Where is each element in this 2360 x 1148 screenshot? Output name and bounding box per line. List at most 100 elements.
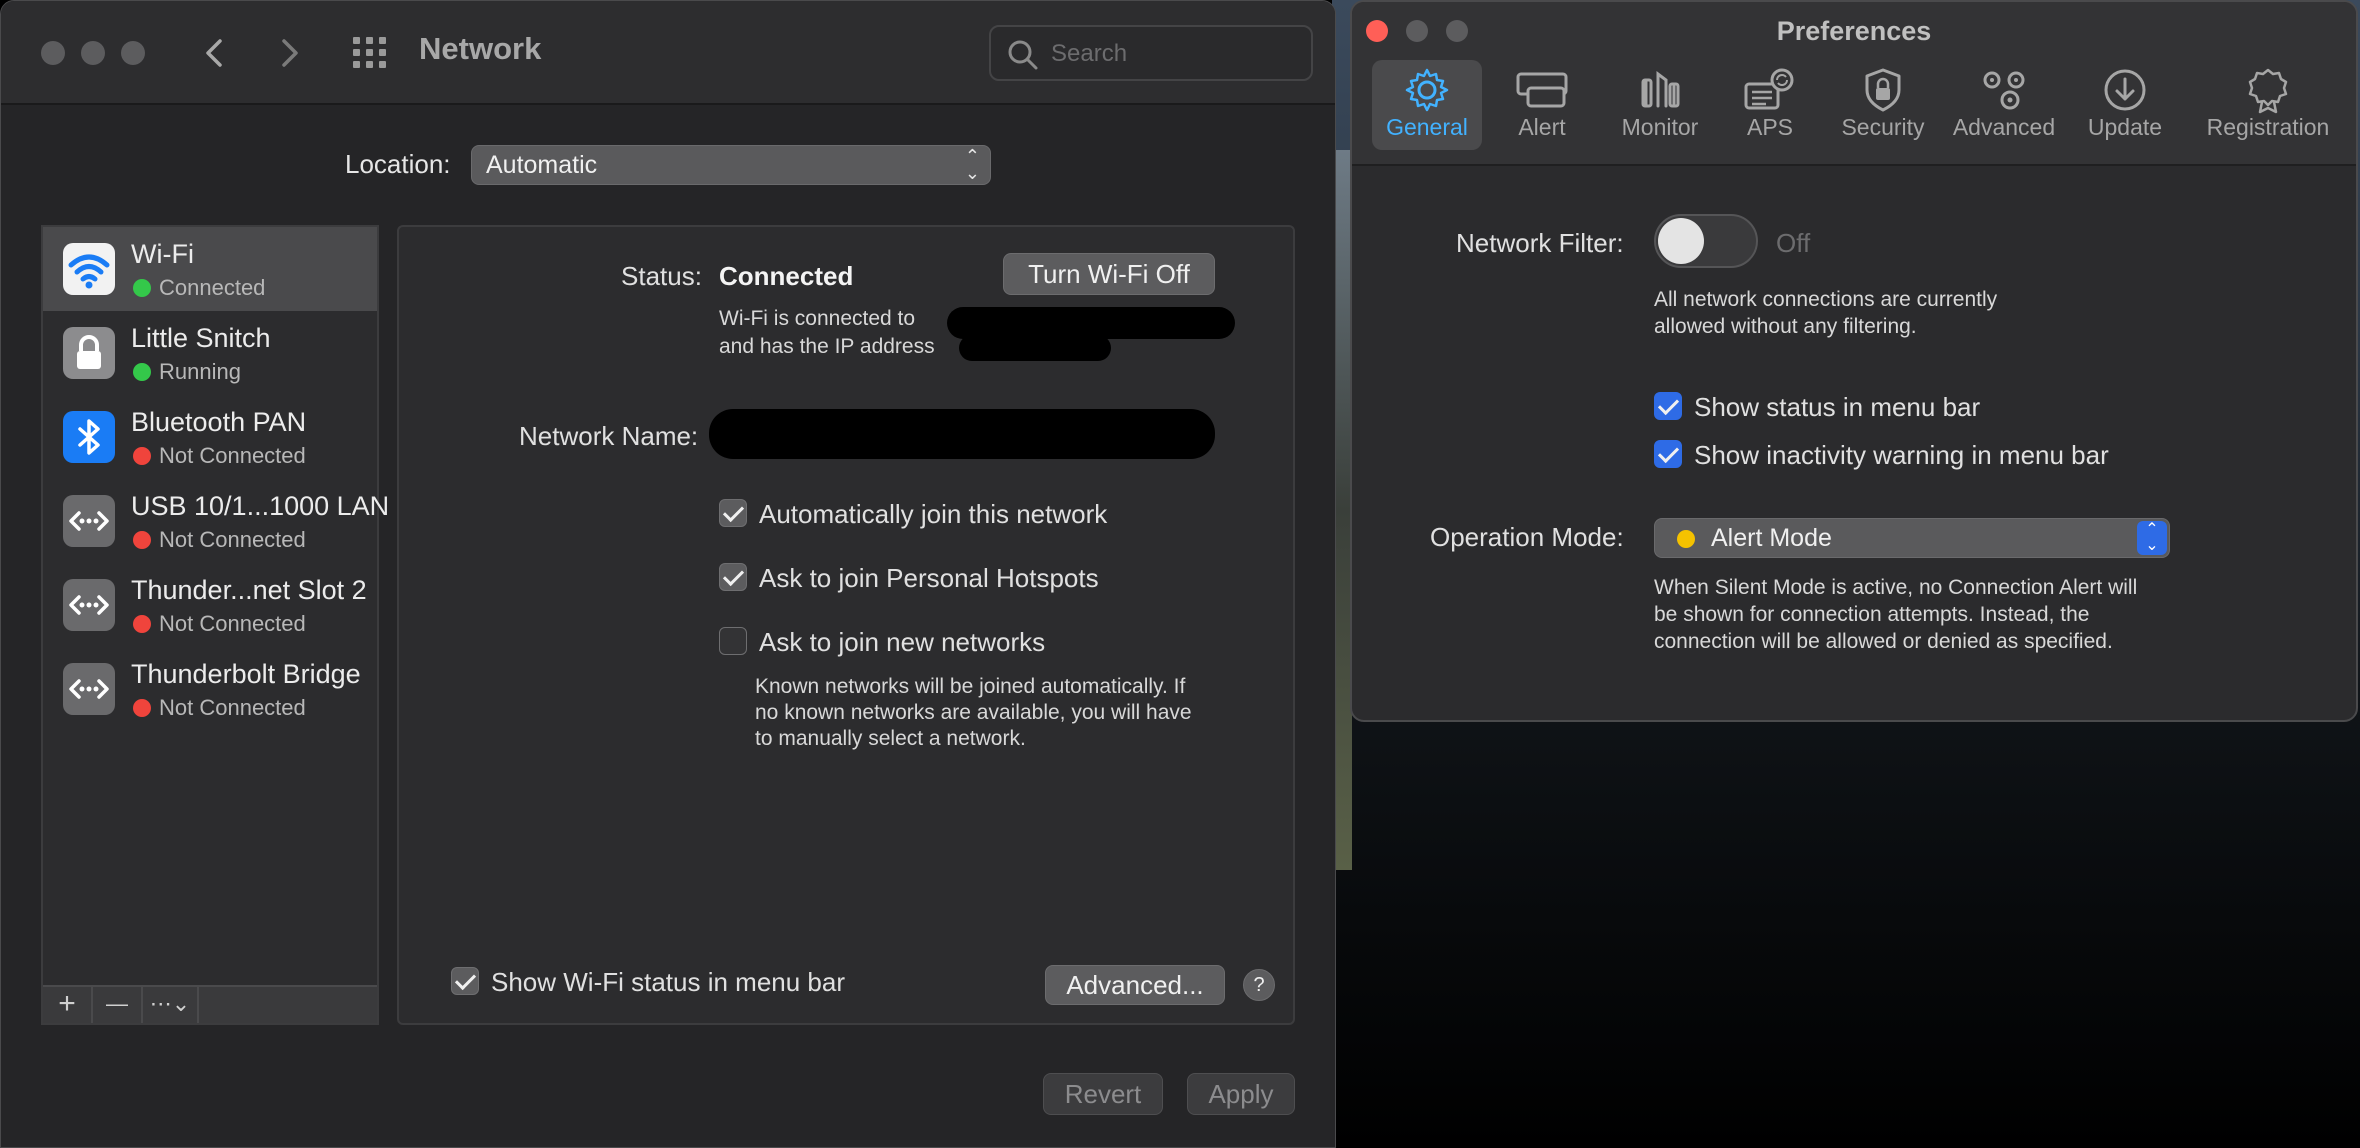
tab-label: Alert (1518, 114, 1566, 140)
ip-address-text: and has the IP address (719, 335, 935, 358)
close-button[interactable] (41, 41, 65, 65)
back-button[interactable] (193, 31, 237, 75)
tab-label: Security (1841, 114, 1925, 140)
updown-chevron-icon: ⌃ ⌄ (964, 146, 980, 183)
service-status: Connected (159, 275, 266, 300)
window-title: Network (419, 31, 542, 66)
location-value: Automatic (486, 151, 598, 179)
bluetooth-icon (63, 411, 115, 463)
status-dot (133, 447, 151, 465)
gears-icon (1983, 71, 2025, 110)
tab-security[interactable]: Security (1826, 60, 1940, 150)
tab-label: Registration (2206, 114, 2330, 140)
chevron-left-icon (206, 39, 222, 67)
minimize-button[interactable] (81, 41, 105, 65)
status-dot (133, 615, 151, 633)
network-name-select[interactable] (709, 409, 1215, 459)
tab-advanced[interactable]: Advanced (1944, 60, 2064, 150)
service-status: Not Connected (159, 443, 306, 468)
alert-windows-icon (1516, 72, 1568, 108)
search-icon (1008, 40, 1038, 70)
action-menu-button[interactable]: ⋯⌄ (143, 987, 199, 1023)
show-wifi-status-checkbox[interactable] (451, 967, 479, 995)
tab-alert[interactable]: Alert (1492, 60, 1592, 150)
ethernet-icon (63, 495, 115, 547)
show-all-grid-icon[interactable] (353, 37, 389, 69)
operation-mode-select[interactable]: Alert Mode ⌃ ⌄ (1654, 518, 2170, 558)
forward-button[interactable] (267, 31, 311, 75)
network-window: Network Location: Automatic ⌃⌄ Wi-Fi Con… (0, 0, 1336, 1148)
show-status-checkbox[interactable] (1654, 392, 1682, 420)
search-field[interactable] (989, 25, 1313, 81)
network-filter-toggle[interactable] (1654, 214, 1758, 268)
monitor-icon (1641, 71, 1680, 108)
service-name: Bluetooth PAN (131, 407, 307, 437)
network-filter-label: Network Filter: (1456, 228, 1624, 258)
service-item-thunderbolt-bridge[interactable]: Thunderbolt Bridge Not Connected (43, 647, 377, 731)
status-value: Connected (719, 261, 854, 291)
auto-join-label: Automatically join this network (759, 499, 1108, 529)
ask-new-networks-checkbox[interactable] (719, 627, 747, 655)
connected-to-text: Wi-Fi is connected to (719, 307, 916, 330)
tab-label: Update (2087, 114, 2163, 140)
add-service-button[interactable]: + (43, 987, 93, 1023)
service-name: Thunderbolt Bridge (131, 659, 361, 689)
status-dot (133, 363, 151, 381)
silent-note-line3: connection will be allowed or denied as … (1654, 630, 2113, 653)
service-list: Wi-Fi Connected Little Snitch Running Bl… (41, 225, 389, 1025)
service-item-bluetooth-pan[interactable]: Bluetooth PAN Not Connected (43, 395, 377, 479)
tab-label: Advanced (1952, 114, 2056, 140)
service-name: Wi-Fi (131, 239, 194, 269)
known-networks-note-line2: no known networks are available, you wil… (755, 701, 1192, 724)
service-item-usb-lan[interactable]: USB 10/1...1000 LAN Not Connected (43, 479, 389, 563)
service-name: Little Snitch (131, 323, 271, 353)
location-select[interactable]: Automatic ⌃ ⌄ (471, 145, 991, 185)
service-item-little-snitch[interactable]: Little Snitch Running (43, 311, 377, 395)
advanced-button[interactable]: Advanced... (1045, 965, 1225, 1005)
show-inactivity-checkbox[interactable] (1654, 440, 1682, 468)
status-dot (133, 279, 151, 297)
status-label: Status: (621, 261, 702, 291)
operation-mode-label: Operation Mode: (1430, 522, 1624, 552)
service-item-wifi[interactable]: Wi-Fi Connected (43, 227, 377, 311)
aps-icon (1744, 68, 1794, 110)
personal-hotspots-checkbox[interactable] (719, 563, 747, 591)
turn-wifi-off-button[interactable]: Turn Wi-Fi Off (1003, 253, 1215, 295)
service-item-thunderbolt-ethernet[interactable]: Thunder...net Slot 2 Not Connected (43, 563, 377, 647)
filter-note-line1: All network connections are currently (1654, 288, 1998, 311)
service-name: Thunder...net Slot 2 (131, 575, 367, 605)
revert-button[interactable]: Revert (1043, 1073, 1163, 1115)
personal-hotspots-label: Ask to join Personal Hotspots (759, 563, 1099, 593)
shield-lock-icon (1865, 68, 1901, 112)
tab-registration[interactable]: Registration (2190, 60, 2346, 150)
download-icon (2104, 69, 2146, 111)
mode-status-dot (1677, 530, 1695, 548)
wifi-icon (63, 243, 115, 295)
zoom-button[interactable] (121, 41, 145, 65)
chevron-right-icon (282, 39, 298, 67)
operation-mode-value: Alert Mode (1711, 524, 1832, 552)
ask-new-networks-label: Ask to join new networks (759, 627, 1046, 657)
status-dot (133, 699, 151, 717)
service-status: Not Connected (159, 695, 306, 720)
service-status: Not Connected (159, 527, 306, 552)
location-label: Location: (345, 149, 451, 179)
tab-aps[interactable]: APS (1722, 60, 1818, 150)
tab-monitor[interactable]: Monitor (1602, 60, 1718, 150)
updown-chevron-icon: ⌃ ⌄ (2137, 521, 2167, 555)
tab-label: Monitor (1621, 114, 1699, 140)
auto-join-checkbox[interactable] (719, 499, 747, 527)
redacted-ip-address (959, 335, 1111, 361)
silent-note-line1: When Silent Mode is active, no Connectio… (1654, 576, 2138, 599)
search-input[interactable] (1051, 37, 1301, 71)
help-button[interactable]: ? (1243, 969, 1275, 1001)
preferences-toolbar: Preferences General Alert Monitor APS Se… (1352, 2, 2356, 166)
remove-service-button[interactable]: — (93, 987, 143, 1023)
tab-general[interactable]: General (1372, 60, 1482, 150)
network-name-label: Network Name: (519, 421, 699, 451)
network-toolbar: Network (1, 1, 1335, 105)
apply-button[interactable]: Apply (1187, 1073, 1295, 1115)
tab-update[interactable]: Update (2072, 60, 2178, 150)
service-status: Not Connected (159, 611, 306, 636)
badge-icon (2248, 68, 2288, 114)
